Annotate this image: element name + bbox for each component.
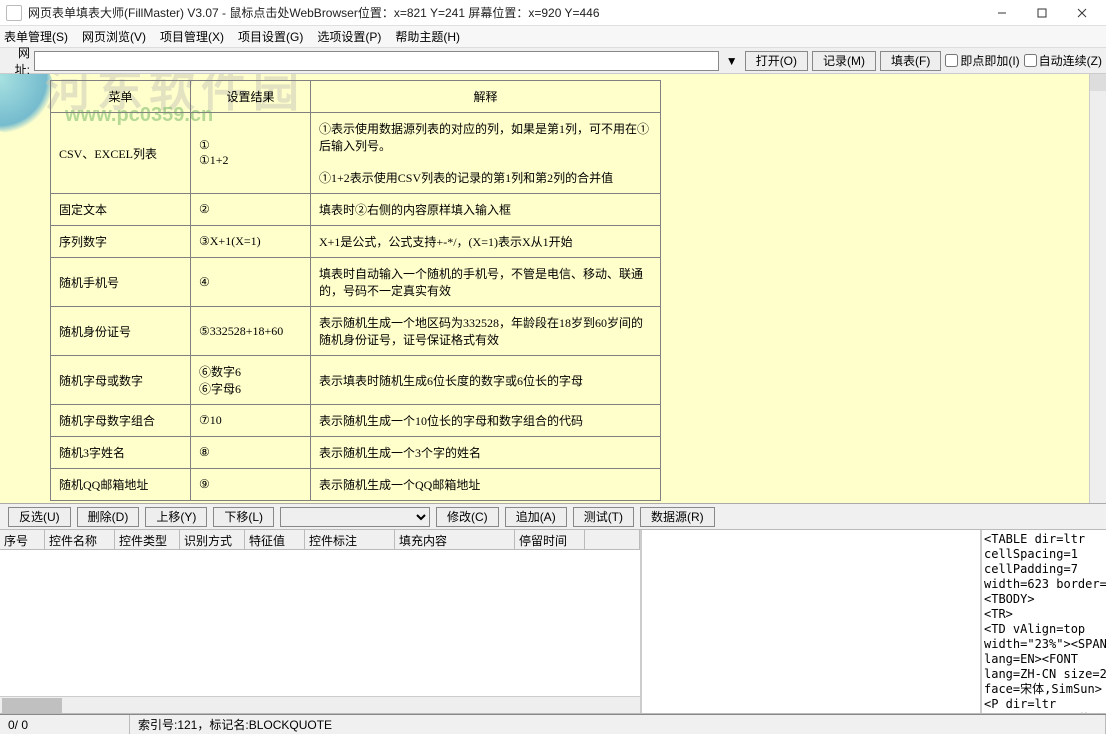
col-label[interactable]: 控件标注 — [305, 530, 395, 549]
menu-project-manage[interactable]: 项目管理(X) — [160, 28, 224, 45]
delete-button[interactable]: 删除(D) — [77, 507, 140, 527]
url-dropdown-icon[interactable]: ▼ — [723, 54, 741, 68]
menu-options[interactable]: 选项设置(P) — [317, 28, 381, 45]
url-label: 网址: — [4, 44, 30, 78]
datasource-button[interactable]: 数据源(R) — [640, 507, 715, 527]
col-match-mode[interactable]: 识别方式 — [180, 530, 245, 549]
add-button[interactable]: 追加(A) — [505, 507, 567, 527]
vertical-scrollbar[interactable] — [1089, 74, 1106, 503]
table-row: 固定文本 ② 填表时②右侧的内容原样填入输入框 — [51, 194, 661, 226]
table-row: 随机字母或数字 ⑥数字6 ⑥字母6 表示填表时随机生成6位长度的数字或6位长的字… — [51, 356, 661, 405]
preview-pane — [642, 530, 980, 713]
table-row: 随机手机号 ④ 填表时自动输入一个随机的手机号，不管是电信、移动、联通的，号码不… — [51, 258, 661, 307]
col-control-type[interactable]: 控件类型 — [115, 530, 180, 549]
app-icon — [6, 5, 22, 21]
url-input[interactable] — [34, 51, 719, 71]
scroll-up-icon[interactable] — [1090, 74, 1106, 91]
status-count: 0/ 0 — [0, 715, 130, 734]
html-source-pane[interactable]: <TABLE dir=ltr cellSpacing=1 cellPadding… — [980, 530, 1106, 713]
moveup-button[interactable]: 上移(Y) — [145, 507, 207, 527]
document-view: 河东软件园 www.pc0359.cn 菜单 设置结果 解释 CSV、EXCEL… — [0, 74, 1106, 504]
menubar: 表单管理(S) 网页浏览(V) 项目管理(X) 项目设置(G) 选项设置(P) … — [0, 26, 1106, 48]
status-index: 索引号:121，标记名:BLOCKQUOTE — [130, 715, 1106, 734]
table-row: 随机3字姓名 ⑧ 表示随机生成一个3个字的姓名 — [51, 437, 661, 469]
table-row: 随机字母数字组合 ⑦10 表示随机生成一个10位长的字母和数字组合的代码 — [51, 405, 661, 437]
movedown-button[interactable]: 下移(L) — [213, 507, 274, 527]
col-fill-content[interactable]: 填充内容 — [395, 530, 515, 549]
test-button[interactable]: 测试(T) — [573, 507, 634, 527]
col-index[interactable]: 序号 — [0, 530, 45, 549]
table-row: CSV、EXCEL列表 ① ①1+2 ①表示使用数据源列表的对应的列，如果是第1… — [51, 113, 661, 194]
grid-body[interactable] — [0, 550, 640, 696]
doc-table: 菜单 设置结果 解释 CSV、EXCEL列表 ① ①1+2 ①表示使用数据源列表… — [50, 80, 661, 501]
menu-form-manage[interactable]: 表单管理(S) — [4, 28, 68, 45]
minimize-button[interactable] — [982, 0, 1022, 26]
col-control-name[interactable]: 控件名称 — [45, 530, 115, 549]
menu-browse[interactable]: 网页浏览(V) — [82, 28, 146, 45]
horizontal-scrollbar[interactable] — [0, 696, 640, 713]
close-button[interactable] — [1062, 0, 1102, 26]
menu-project-settings[interactable]: 项目设置(G) — [238, 28, 303, 45]
open-button[interactable]: 打开(O) — [745, 51, 808, 71]
instant-add-checkbox[interactable]: 即点即加(I) — [945, 52, 1019, 69]
col-feature[interactable]: 特征值 — [245, 530, 305, 549]
maximize-button[interactable] — [1022, 0, 1062, 26]
table-row: 序列数字 ③X+1(X=1) X+1是公式，公式支持+-*/，(X=1)表示X从… — [51, 226, 661, 258]
table-row: 随机身份证号 ⑤332528+18+60 表示随机生成一个地区码为332528，… — [51, 307, 661, 356]
grid-header: 序号 控件名称 控件类型 识别方式 特征值 控件标注 填充内容 停留时间 — [0, 530, 640, 550]
th-menu: 菜单 — [51, 81, 191, 113]
window-title: 网页表单填表大师(FillMaster) V3.07 - 鼠标点击处WebBro… — [28, 4, 982, 21]
th-explain: 解释 — [311, 81, 661, 113]
modify-button[interactable]: 修改(C) — [436, 507, 499, 527]
fill-button[interactable]: 填表(F) — [880, 51, 941, 71]
th-result: 设置结果 — [191, 81, 311, 113]
action-select[interactable] — [280, 507, 430, 527]
menu-help[interactable]: 帮助主题(H) — [395, 28, 460, 45]
table-row: 随机QQ邮箱地址 ⑨ 表示随机生成一个QQ邮箱地址 — [51, 469, 661, 501]
record-button[interactable]: 记录(M) — [812, 51, 876, 71]
invert-button[interactable]: 反选(U) — [8, 507, 71, 527]
col-delay[interactable]: 停留时间 — [515, 530, 585, 549]
auto-continuous-checkbox[interactable]: 自动连续(Z) — [1024, 52, 1102, 69]
